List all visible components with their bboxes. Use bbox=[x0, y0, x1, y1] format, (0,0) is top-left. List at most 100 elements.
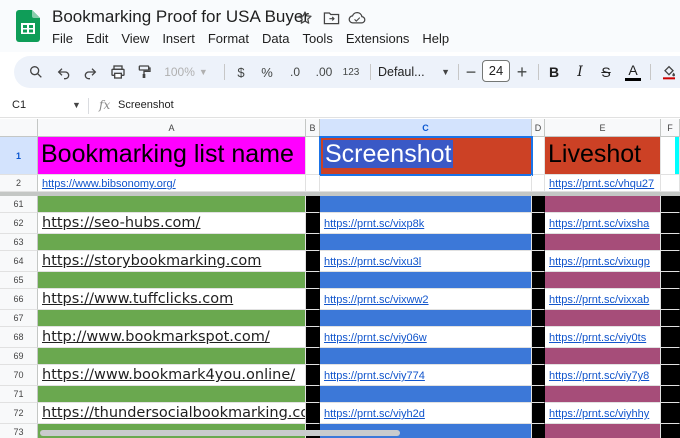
cell[interactable] bbox=[320, 234, 532, 251]
row-header[interactable]: 64 bbox=[0, 251, 38, 272]
search-menus-icon[interactable] bbox=[26, 60, 46, 84]
cell[interactable] bbox=[38, 310, 306, 327]
cell[interactable]: https://prnt.sc/viy06w bbox=[320, 327, 532, 348]
liveshot-link[interactable]: https://prnt.sc/vixsha bbox=[545, 213, 649, 231]
cell[interactable] bbox=[38, 272, 306, 289]
cell[interactable]: https://prnt.sc/vixww2 bbox=[320, 289, 532, 310]
cell[interactable] bbox=[661, 272, 680, 289]
cell[interactable]: https://prnt.sc/viy774 bbox=[320, 365, 532, 386]
horizontal-scrollbar[interactable] bbox=[40, 430, 400, 436]
cell[interactable] bbox=[661, 289, 680, 310]
cell[interactable] bbox=[661, 213, 680, 234]
cell[interactable]: https://prnt.sc/viy7y8 bbox=[545, 365, 661, 386]
menu-help[interactable]: Help bbox=[422, 31, 449, 46]
cell[interactable] bbox=[661, 348, 680, 365]
cell[interactable] bbox=[306, 251, 320, 272]
cell[interactable] bbox=[532, 213, 545, 234]
text-color-button[interactable]: A bbox=[622, 60, 644, 84]
star-icon[interactable] bbox=[296, 9, 314, 27]
spreadsheet-grid[interactable]: A B C D E F 1 Bookmarking list name Scre… bbox=[0, 119, 680, 438]
cell[interactable] bbox=[38, 348, 306, 365]
cell[interactable] bbox=[532, 310, 545, 327]
cell[interactable] bbox=[661, 196, 680, 213]
row-header[interactable]: 70 bbox=[0, 365, 38, 386]
cell[interactable]: https://prnt.sc/viy0ts bbox=[545, 327, 661, 348]
cell[interactable] bbox=[545, 424, 661, 438]
cell[interactable] bbox=[320, 386, 532, 403]
cell[interactable] bbox=[661, 310, 680, 327]
column-header-f[interactable]: F bbox=[661, 119, 680, 137]
increase-decimal-button[interactable]: .00 bbox=[312, 60, 336, 84]
cell[interactable] bbox=[38, 386, 306, 403]
row-header[interactable]: 71 bbox=[0, 386, 38, 403]
menu-file[interactable]: File bbox=[52, 31, 73, 46]
cell-f2[interactable] bbox=[661, 175, 680, 192]
cell[interactable] bbox=[661, 327, 680, 348]
cell[interactable] bbox=[661, 251, 680, 272]
cell[interactable] bbox=[320, 310, 532, 327]
bookmark-site-link[interactable]: https://www.tuffclicks.com bbox=[38, 291, 233, 307]
increase-font-size-button[interactable]: + bbox=[514, 60, 530, 84]
cell[interactable] bbox=[306, 272, 320, 289]
redo-icon[interactable] bbox=[80, 60, 100, 84]
cell[interactable] bbox=[306, 386, 320, 403]
sheets-logo-icon[interactable] bbox=[16, 10, 40, 42]
row-header[interactable]: 61 bbox=[0, 196, 38, 213]
cell[interactable] bbox=[532, 365, 545, 386]
row-header[interactable]: 68 bbox=[0, 327, 38, 348]
cell[interactable] bbox=[320, 348, 532, 365]
screenshot-link[interactable]: https://prnt.sc/viyh2d bbox=[320, 403, 425, 421]
bookmark-site-link[interactable]: https://thundersocialbookmarking.com bbox=[38, 405, 305, 421]
cell[interactable] bbox=[661, 234, 680, 251]
menu-extensions[interactable]: Extensions bbox=[346, 31, 410, 46]
cell[interactable] bbox=[532, 327, 545, 348]
cell[interactable] bbox=[545, 310, 661, 327]
move-folder-icon[interactable] bbox=[322, 9, 340, 27]
decrease-decimal-button[interactable]: .0 bbox=[284, 60, 306, 84]
row-header[interactable]: 62 bbox=[0, 213, 38, 234]
currency-format-button[interactable]: $ bbox=[232, 60, 250, 84]
menu-view[interactable]: View bbox=[121, 31, 149, 46]
font-family-select[interactable]: Defaul... ▼ bbox=[378, 60, 450, 84]
cell-f1[interactable] bbox=[661, 137, 680, 175]
row-header[interactable]: 72 bbox=[0, 403, 38, 424]
header-cell-screenshot[interactable]: Screenshot bbox=[320, 137, 532, 175]
decrease-font-size-button[interactable]: − bbox=[464, 60, 478, 84]
cell[interactable] bbox=[320, 272, 532, 289]
italic-button[interactable]: I bbox=[570, 60, 590, 84]
cell-d2[interactable] bbox=[532, 175, 545, 192]
row-header[interactable]: 69 bbox=[0, 348, 38, 365]
fill-color-icon[interactable] bbox=[658, 60, 680, 84]
formula-input[interactable]: Screenshot bbox=[118, 99, 174, 111]
cell[interactable] bbox=[306, 196, 320, 213]
bold-button[interactable]: B bbox=[544, 60, 564, 84]
select-all-corner[interactable] bbox=[0, 119, 38, 137]
menu-format[interactable]: Format bbox=[208, 31, 249, 46]
row-header-2[interactable]: 2 bbox=[0, 175, 38, 192]
header-cell-bookmarking-list[interactable]: Bookmarking list name bbox=[38, 137, 306, 175]
cell[interactable] bbox=[545, 272, 661, 289]
cell[interactable] bbox=[532, 386, 545, 403]
strikethrough-button[interactable]: S bbox=[596, 60, 616, 84]
bookmark-site-link[interactable]: https://www.bibsonomy.org/ bbox=[38, 178, 176, 190]
cell[interactable] bbox=[545, 348, 661, 365]
liveshot-link[interactable]: https://prnt.sc/vixxab bbox=[545, 289, 649, 307]
cell[interactable] bbox=[661, 365, 680, 386]
document-title[interactable]: Bookmarking Proof for USA Buyer bbox=[52, 7, 309, 27]
cell-b2[interactable] bbox=[306, 175, 320, 192]
cell[interactable] bbox=[661, 424, 680, 438]
cell-b1[interactable] bbox=[306, 137, 320, 175]
bookmark-site-link[interactable]: https://www.bookmark4you.online/ bbox=[38, 367, 295, 383]
cell[interactable] bbox=[532, 234, 545, 251]
cell[interactable] bbox=[545, 196, 661, 213]
screenshot-link[interactable]: https://prnt.sc/viy06w bbox=[320, 327, 427, 345]
cell[interactable] bbox=[545, 234, 661, 251]
cell[interactable] bbox=[532, 196, 545, 213]
cell[interactable]: https://prnt.sc/vixsha bbox=[545, 213, 661, 234]
row-header-1[interactable]: 1 bbox=[0, 137, 38, 175]
undo-icon[interactable] bbox=[54, 60, 74, 84]
cell[interactable]: https://prnt.sc/vixp8k bbox=[320, 213, 532, 234]
cloud-status-icon[interactable] bbox=[348, 9, 366, 27]
cell[interactable]: https://thundersocialbookmarking.com bbox=[38, 403, 306, 424]
column-header-a[interactable]: A bbox=[38, 119, 306, 137]
